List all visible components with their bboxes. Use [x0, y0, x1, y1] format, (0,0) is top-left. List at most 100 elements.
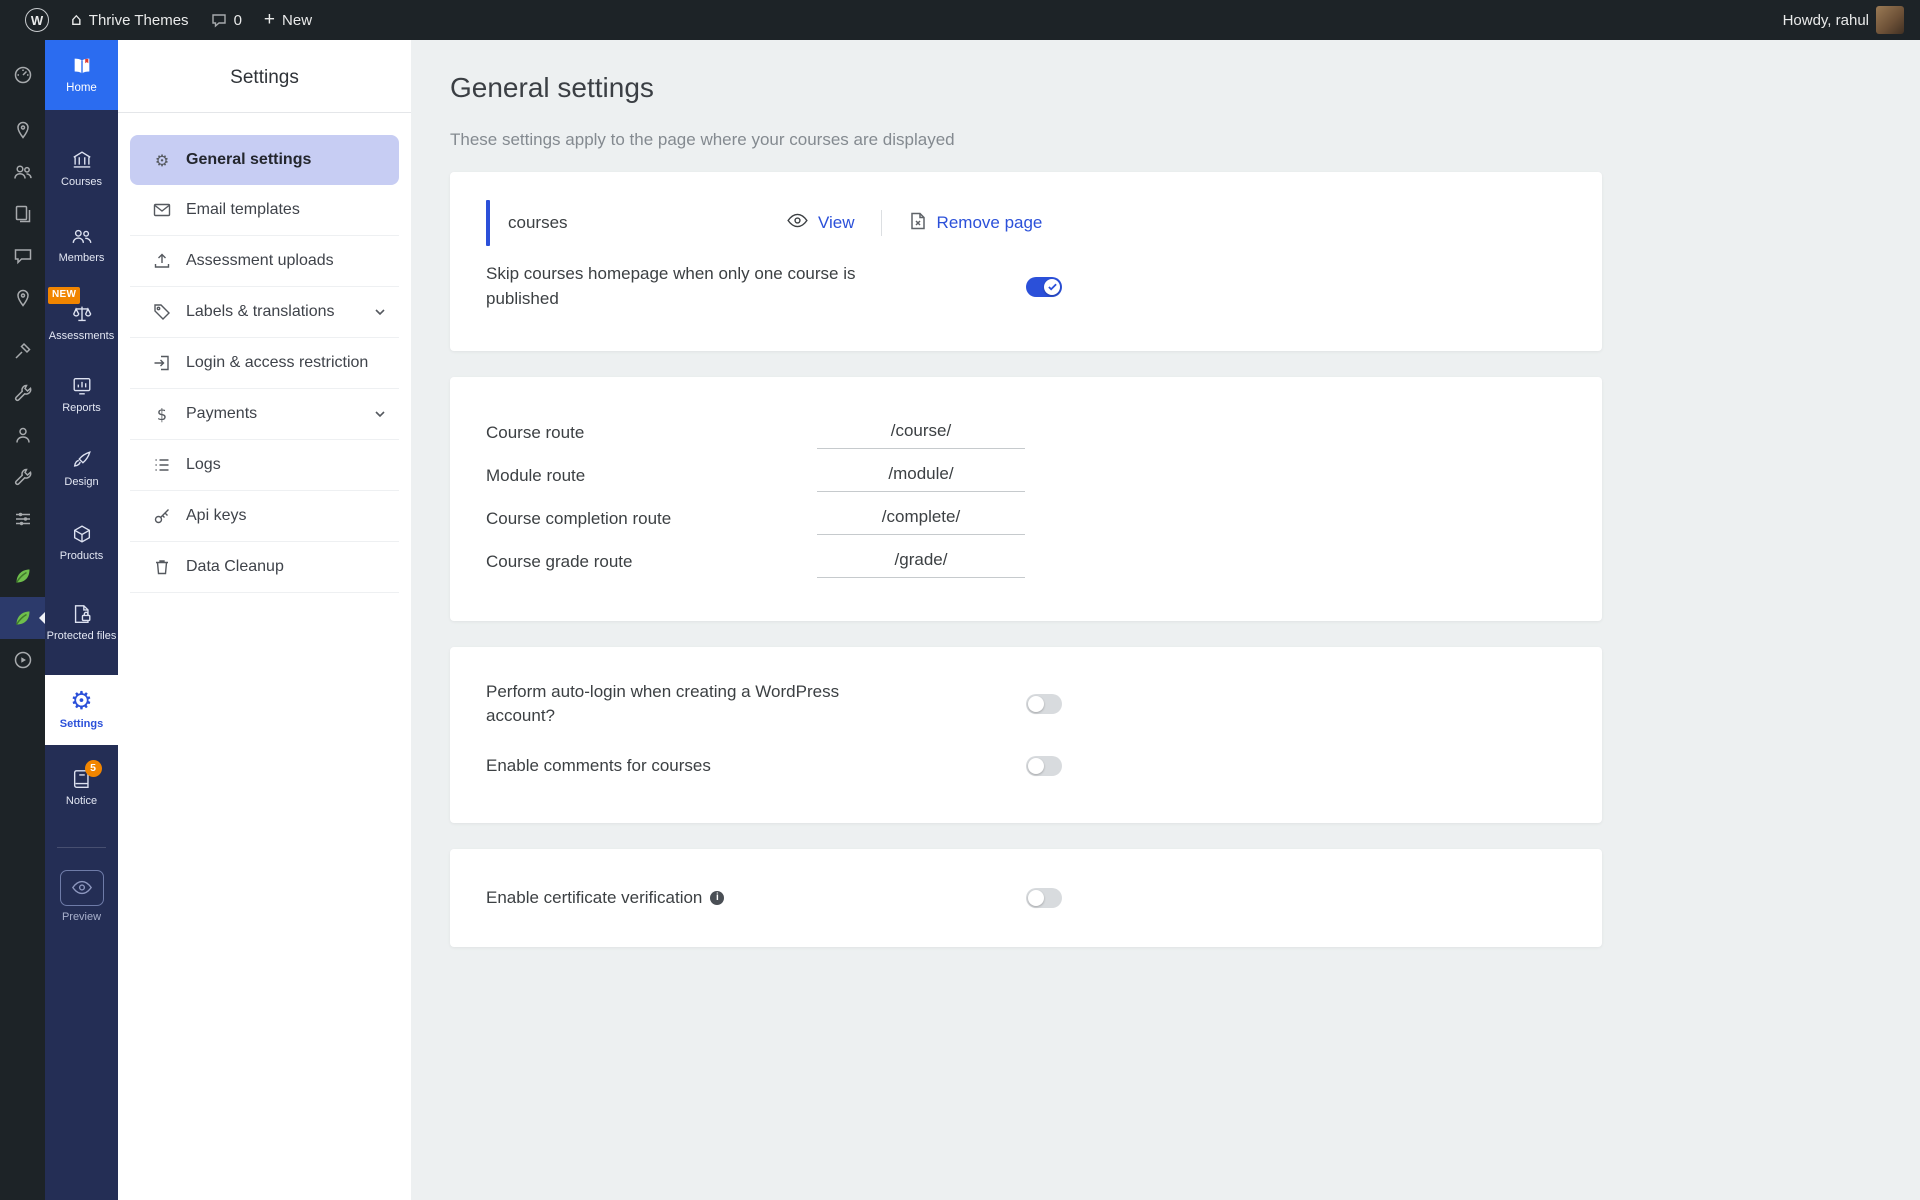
nav-item-label: Login & access restriction	[186, 354, 368, 372]
wp-menu-dashboard[interactable]	[0, 54, 45, 96]
nav-item-api-keys[interactable]: Api keys	[130, 491, 399, 542]
skip-homepage-toggle[interactable]	[1026, 277, 1062, 297]
comment-icon	[13, 246, 33, 266]
chevron-down-icon	[373, 407, 387, 421]
route-row: Course completion route	[486, 497, 1566, 540]
wp-menu-posts[interactable]	[0, 109, 45, 151]
sidebar-item-settings[interactable]: ⚙ Settings	[45, 675, 118, 745]
auto-login-label: Perform auto-login when creating a WordP…	[486, 680, 1026, 729]
sliders-icon	[13, 509, 33, 529]
nav-item-label: Data Cleanup	[186, 558, 284, 576]
cleanup-icon	[152, 558, 172, 576]
wp-menu-plugin-pin[interactable]	[0, 277, 45, 319]
wp-menu-profile[interactable]	[0, 414, 45, 456]
sidebar-item-products[interactable]: Products	[45, 514, 118, 572]
reports-icon	[71, 375, 93, 397]
nav-item-general-settings[interactable]: ⚙ General settings	[130, 135, 399, 185]
wp-menu-thrive-dashboard[interactable]	[0, 555, 45, 597]
nav-item-email-templates[interactable]: Email templates	[130, 185, 399, 236]
sidebar-item-courses[interactable]: Courses	[45, 140, 118, 198]
sidebar-item-label: Preview	[62, 911, 101, 925]
wp-menu-tools-hammer[interactable]	[0, 330, 45, 372]
route-row: Course route	[486, 411, 1566, 454]
sidebar-item-members[interactable]: Members	[45, 216, 118, 274]
nav-item-logs[interactable]: Logs	[130, 440, 399, 491]
wp-menu-tools[interactable]	[0, 456, 45, 498]
comments-menu[interactable]: 0	[200, 0, 253, 40]
sidebar-item-assessments[interactable]: NEW Assessments	[45, 290, 118, 356]
remove-label: Remove page	[937, 213, 1043, 233]
nav-item-label: Labels & translations	[186, 303, 335, 321]
nav-item-label: Logs	[186, 456, 221, 474]
wp-menu-pages[interactable]	[0, 193, 45, 235]
eye-icon	[786, 213, 809, 233]
sidebar-item-preview[interactable]: Preview	[45, 860, 118, 934]
pushpin-icon	[13, 288, 33, 308]
account-menu[interactable]: Howdy, rahul	[1772, 0, 1906, 40]
new-badge: NEW	[48, 287, 80, 304]
nav-item-login-access[interactable]: Login & access restriction	[130, 338, 399, 389]
wp-menu-settings[interactable]	[0, 498, 45, 540]
sidebar-item-label: Products	[60, 550, 103, 564]
toggle-knob	[1028, 696, 1044, 712]
toggle-row: Enable comments for courses	[486, 735, 1566, 797]
users-icon	[13, 162, 33, 182]
route-row: Course grade route	[486, 540, 1566, 583]
open-book-icon	[71, 55, 93, 77]
nav-item-label: Email templates	[186, 201, 300, 219]
wp-menu-users-group[interactable]	[0, 151, 45, 193]
sidebar-item-reports[interactable]: Reports	[45, 366, 118, 424]
info-icon[interactable]: i	[710, 891, 724, 905]
site-menu[interactable]: ⌂ Thrive Themes	[60, 0, 200, 40]
comment-count: 0	[234, 12, 242, 29]
sidebar-item-label: Design	[64, 476, 98, 490]
new-menu[interactable]: + New	[253, 0, 323, 40]
hammer-icon	[13, 341, 33, 361]
divider	[881, 210, 882, 236]
nav-item-data-cleanup[interactable]: Data Cleanup	[130, 542, 399, 593]
toggle-knob	[1028, 758, 1044, 774]
enable-comments-toggle[interactable]	[1026, 756, 1062, 776]
certificate-toggle[interactable]	[1026, 888, 1062, 908]
sidebar-item-label: Courses	[61, 176, 102, 190]
sidebar-item-label: Protected files	[47, 630, 117, 644]
sidebar-item-home[interactable]: Home	[45, 40, 118, 110]
scales-icon	[71, 303, 93, 325]
notice-count-badge: 5	[85, 760, 102, 777]
nav-item-label: Payments	[186, 405, 257, 423]
sidebar-item-label: Reports	[62, 402, 101, 416]
view-page-link[interactable]: View	[786, 213, 855, 233]
nav-item-labels-translations[interactable]: Labels & translations	[130, 287, 399, 338]
certificate-label: Enable certificate verification i	[486, 886, 1026, 911]
members-icon	[71, 225, 93, 247]
wp-menu-video[interactable]	[0, 639, 45, 681]
wp-menu-thrive-apprentice[interactable]	[0, 597, 45, 639]
settings-nav-panel: Settings ⚙ General settings Email templa…	[118, 40, 411, 1200]
wp-menu-comments[interactable]	[0, 235, 45, 277]
routes-card: Course route Module route Course complet…	[450, 377, 1602, 621]
play-circle-icon	[13, 650, 33, 670]
auto-login-toggle[interactable]	[1026, 694, 1062, 714]
greeting: Howdy, rahul	[1783, 12, 1869, 29]
wp-menu-wrench[interactable]	[0, 372, 45, 414]
wp-logo-menu[interactable]: W	[14, 0, 60, 40]
nav-item-payments[interactable]: $ Payments	[130, 389, 399, 440]
nav-item-assessment-uploads[interactable]: Assessment uploads	[130, 236, 399, 287]
course-completion-route-label: Course completion route	[486, 509, 817, 529]
avatar	[1876, 6, 1904, 34]
module-route-input[interactable]	[817, 460, 1025, 492]
sidebar-item-notice[interactable]: 5 Notice	[45, 757, 118, 819]
sidebar-item-design[interactable]: Design	[45, 440, 118, 498]
settings-nav-list: ⚙ General settings Email templates Asses…	[118, 113, 411, 593]
wp-admin-bar: W ⌂ Thrive Themes 0 + New Howdy, rahul	[0, 0, 1920, 40]
gear-icon: ⚙	[155, 151, 169, 170]
dashboard-icon	[13, 65, 33, 85]
remove-page-link[interactable]: Remove page	[908, 211, 1043, 236]
sidebar-item-protected-files[interactable]: Protected files	[45, 588, 118, 658]
course-completion-route-input[interactable]	[817, 503, 1025, 535]
wordpress-logo-icon: W	[25, 8, 49, 32]
wrench-icon	[13, 383, 33, 403]
course-grade-route-input[interactable]	[817, 546, 1025, 578]
sidebar-item-label: Notice	[66, 795, 97, 809]
course-route-input[interactable]	[817, 417, 1025, 449]
